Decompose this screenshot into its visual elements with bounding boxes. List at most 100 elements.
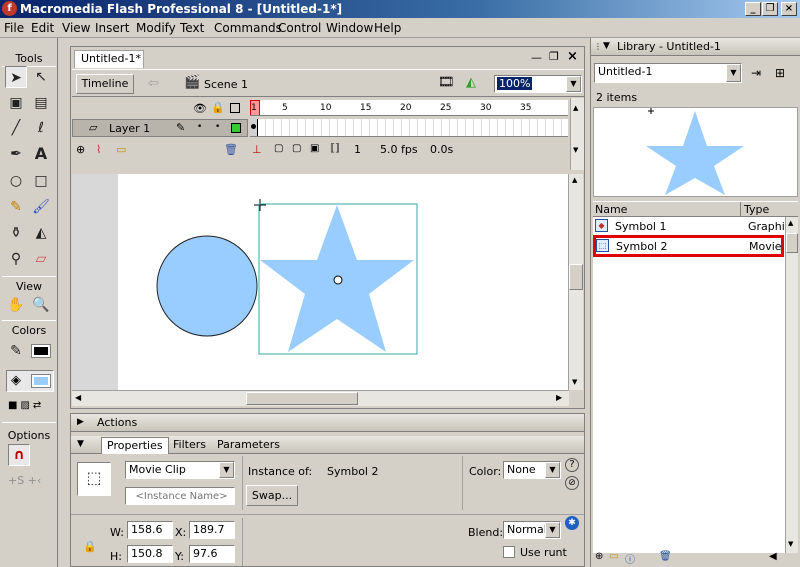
onion-outlines-icon[interactable]: ▢ [292,143,301,154]
scroll-left-icon[interactable]: ◀ [75,393,81,402]
onion-skin-icon[interactable]: ▢ [274,143,283,154]
lasso-tool-icon[interactable]: ℓ [30,117,52,139]
scroll-right-icon[interactable]: ▶ [556,393,562,402]
dropdown-arrow-icon[interactable]: ▼ [726,64,741,82]
paint-bucket-tool-icon[interactable]: ◭ [30,222,52,244]
add-motion-guide-icon[interactable]: ⌇ [96,143,101,156]
frame-ruler[interactable]: 1 5 10 15 20 25 30 35 [250,100,568,116]
use-runtime-checkbox[interactable] [503,546,515,558]
swap-button[interactable]: Swap... [246,485,298,506]
menu-file[interactable]: File [4,21,24,35]
zoom-select[interactable]: 100% ▼ [494,75,582,93]
circle-shape[interactable] [156,235,258,337]
width-field[interactable]: 158.6 [127,521,173,539]
collapse-arrow-icon[interactable]: ▼ [603,38,610,55]
tab-properties[interactable]: Properties [101,437,169,454]
constrain-lock-icon[interactable]: 🔒 [83,540,97,553]
scroll-thumb[interactable] [569,264,583,290]
edit-symbols-icon[interactable]: ◭ [466,75,476,90]
library-item-symbol-1[interactable]: ◆ Symbol 1 Graphic [593,217,791,235]
gripper-icon[interactable]: ⋮ [594,38,602,55]
eraser-tool-icon[interactable]: ▱ [30,248,52,270]
lock-icon[interactable]: 🔒 [211,101,225,114]
scroll-down-icon[interactable]: ▼ [572,378,577,386]
column-name[interactable]: Name [595,203,627,216]
line-tool-icon[interactable]: ╱ [5,117,27,139]
scroll-up-icon[interactable]: ▲ [788,219,793,227]
layer-row[interactable]: ▱ Layer 1 ✎ • • [72,119,248,137]
new-symbol-icon[interactable]: ⊕ [595,551,603,562]
hand-tool-icon[interactable]: ✋ [5,294,27,316]
pin-library-icon[interactable]: ⇥ [751,66,761,80]
transform-point-icon[interactable] [333,275,343,285]
ink-bottle-tool-icon[interactable]: ⚱ [5,222,27,244]
subselection-tool-icon[interactable]: ↖ [30,66,52,88]
library-scrollbar[interactable]: ▲ ▼ [785,217,798,553]
stage-vertical-scrollbar[interactable]: ▲ ▼ [568,174,583,390]
library-document-select[interactable]: Untitled-1 ▼ [594,63,742,83]
fill-color-swatch[interactable] [31,374,51,388]
zoom-tool-icon[interactable]: 🔍 [30,294,52,316]
options-icon[interactable]: ⊘ [565,476,579,490]
actions-panel-header[interactable]: ▶ Actions [71,414,584,432]
y-field[interactable]: 97.6 [189,545,235,563]
lock-dot-icon[interactable]: • [215,122,220,132]
zoom-dropdown-icon[interactable]: ▼ [566,76,581,92]
dropdown-arrow-icon[interactable]: ▼ [545,522,560,538]
edit-scene-icon[interactable]: 🎞 [438,75,455,90]
library-item-symbol-2[interactable]: ⬚ Symbol 2 Movie C [593,235,793,257]
scroll-up-icon[interactable]: ▲ [573,104,578,112]
accessibility-icon[interactable]: ✱ [565,516,579,530]
menu-view[interactable]: View [62,21,90,35]
timeline-button[interactable]: Timeline [76,74,134,94]
instance-name-input[interactable] [125,487,235,505]
show-hide-eye-icon[interactable]: 👁 [193,102,207,115]
menu-insert[interactable]: Insert [95,21,129,35]
center-frame-icon[interactable]: ⊥ [252,143,262,156]
scroll-thumb[interactable] [786,233,798,253]
column-type[interactable]: Type [744,203,769,216]
scroll-thumb[interactable] [246,392,358,405]
outline-icon[interactable] [230,103,240,113]
minimize-button[interactable]: _ [745,2,761,16]
doc-close-icon[interactable]: × [567,49,578,64]
back-arrow-icon[interactable]: ⇦ [148,76,159,91]
pencil-tool-icon[interactable]: ✎ [5,196,27,218]
edit-multiple-frames-icon[interactable]: ▣ [310,143,319,154]
selection-tool-icon[interactable]: ➤ [5,66,27,88]
dropdown-arrow-icon[interactable]: ▼ [219,462,234,478]
tab-parameters[interactable]: Parameters [217,436,280,453]
visibility-dot-icon[interactable]: • [197,122,202,132]
height-field[interactable]: 150.8 [127,545,173,563]
menu-control[interactable]: Control [278,21,321,35]
document-tab[interactable]: Untitled-1* [74,50,144,68]
swap-colors-icons[interactable]: ■▨⇄ [8,400,52,414]
menu-commands[interactable]: Commands [214,21,282,35]
delete-icon[interactable]: 🗑 [659,551,672,562]
menu-modify[interactable]: Modify [136,21,176,35]
menu-text[interactable]: Text [180,21,204,35]
scroll-up-icon[interactable]: ▲ [572,176,577,184]
stage[interactable] [118,174,570,390]
menu-help[interactable]: Help [374,21,401,35]
insert-layer-icon[interactable]: ⊕ [76,143,85,156]
stroke-color-swatch[interactable] [31,344,51,358]
gradient-transform-tool-icon[interactable]: ▤ [30,92,52,114]
help-icon[interactable]: ? [565,458,579,472]
library-header[interactable]: ⋮ ▼ Library - Untitled-1 [591,38,800,56]
stage-horizontal-scrollbar[interactable]: ◀ ▶ [72,390,569,406]
brush-tool-icon[interactable]: 🖌 [30,196,52,218]
doc-restore-icon[interactable]: ❐ [549,50,559,63]
dropdown-arrow-icon[interactable]: ▼ [545,462,560,478]
doc-minimize-icon[interactable]: — [531,51,542,64]
snap-to-objects-icon[interactable]: ∩ [8,444,30,466]
menu-window[interactable]: Window [326,21,373,35]
menu-edit[interactable]: Edit [31,21,54,35]
layer-color-icon[interactable] [231,123,241,133]
collapse-arrow-icon[interactable]: ▼ [77,436,84,453]
pen-tool-icon[interactable]: ✒ [5,143,27,165]
frames-row[interactable] [250,119,568,137]
timeline-scrollbar[interactable]: ▲ ▼ [570,98,584,170]
eyedropper-tool-icon[interactable]: ⚲ [5,248,27,270]
oval-tool-icon[interactable]: ○ [5,170,27,192]
